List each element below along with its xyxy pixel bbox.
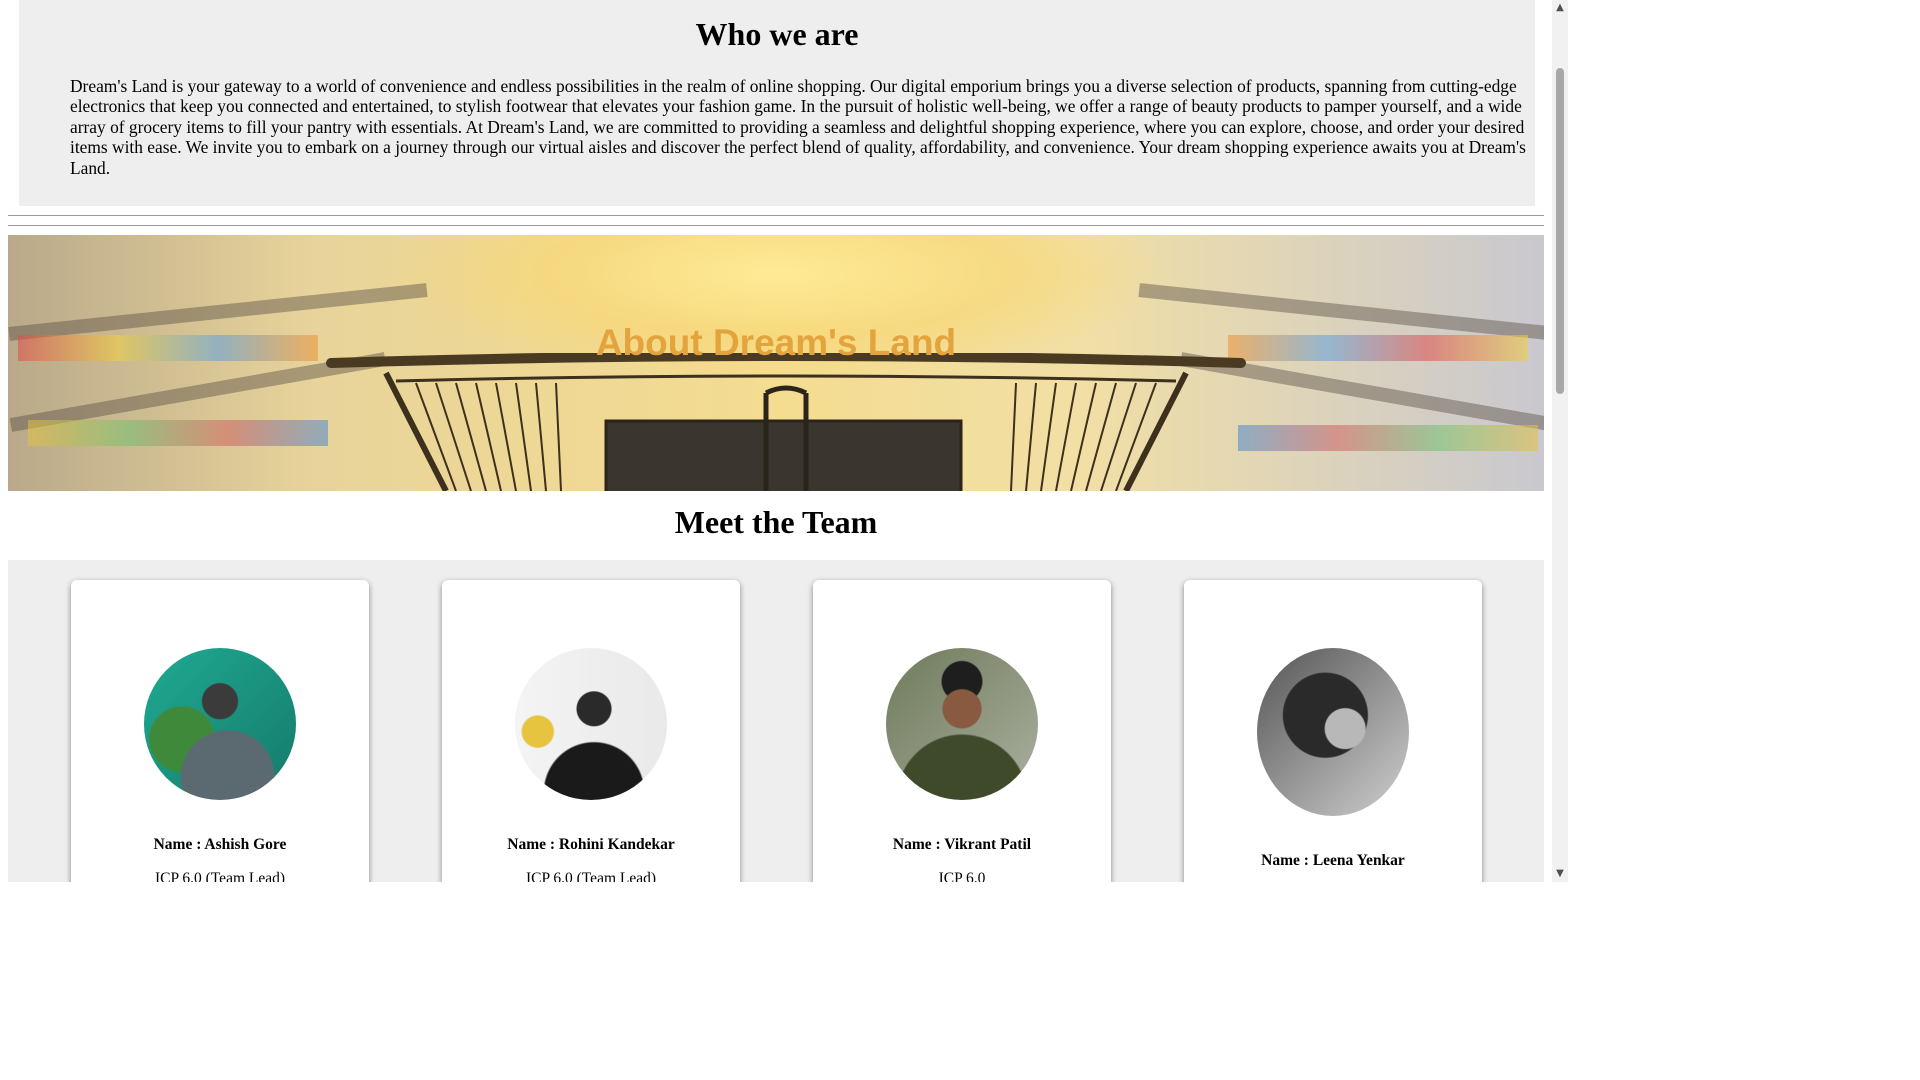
divider-line (8, 225, 1544, 226)
banner-title: About Dream's Land (595, 322, 957, 363)
team-member-card: Name : Leena Yenkar (1184, 580, 1482, 882)
member-photo (515, 648, 667, 800)
shopping-cart-icon (326, 353, 1246, 491)
member-role: ICP 6.0 (Team Lead) (154, 870, 286, 882)
team-section: Name : Ashish Gore ICP 6.0 (Team Lead) N… (8, 560, 1544, 882)
member-photo (1257, 648, 1409, 816)
product-stripe (28, 420, 328, 446)
member-role: ICP 6.0 (Team Lead) (525, 870, 657, 882)
member-name: Name : Ashish Gore (153, 836, 287, 853)
product-stripe (1238, 425, 1538, 451)
member-photo (144, 648, 296, 800)
who-we-are-section: Who we are Dream's Land is your gateway … (19, 0, 1535, 206)
who-we-are-text: Dream's Land is your gateway to a world … (70, 76, 1526, 178)
member-role: ICP 6.0 (938, 870, 986, 882)
team-member-card: Name : Vikrant Patil ICP 6.0 (813, 580, 1111, 882)
team-member-card: Name : Ashish Gore ICP 6.0 (Team Lead) (71, 580, 369, 882)
divider-line (8, 215, 1544, 216)
member-name: Name : Leena Yenkar (1261, 852, 1405, 869)
vertical-scrollbar[interactable]: ▲ ▼ (1552, 0, 1568, 882)
scrollbar-thumb[interactable] (1556, 68, 1564, 394)
scroll-down-arrow-icon[interactable]: ▼ (1552, 866, 1568, 882)
member-name: Name : Vikrant Patil (892, 836, 1032, 853)
about-banner: About Dream's Land (8, 235, 1544, 491)
scroll-up-arrow-icon[interactable]: ▲ (1552, 0, 1568, 16)
about-page: Who we are Dream's Land is your gateway … (0, 0, 1552, 882)
team-member-card: Name : Rohini Kandekar ICP 6.0 (Team Lea… (442, 580, 740, 882)
member-photo (886, 648, 1038, 800)
who-we-are-heading: Who we are (695, 16, 859, 52)
member-name: Name : Rohini Kandekar (507, 836, 675, 853)
team-heading: Meet the Team (674, 504, 878, 540)
